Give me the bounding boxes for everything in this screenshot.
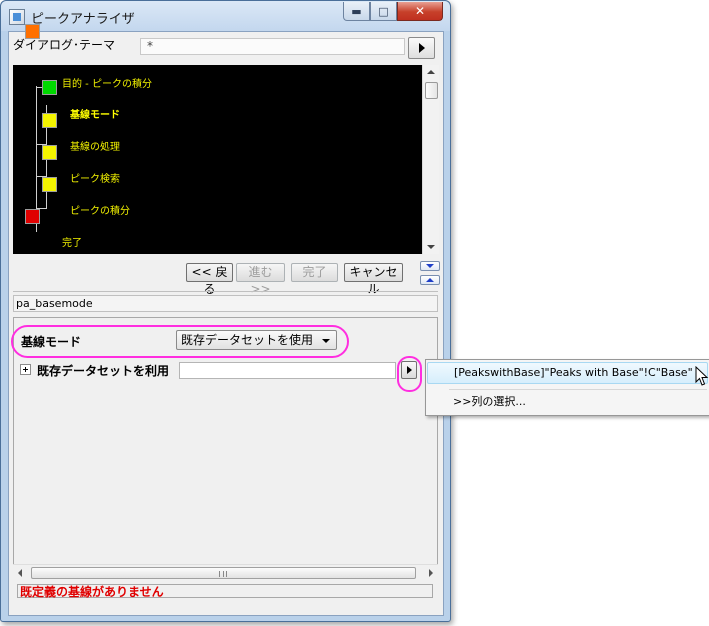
parameter-horizontal-scrollbar[interactable] (13, 564, 438, 581)
flow-step-label[interactable]: ピーク検索 (70, 170, 120, 185)
flow-step-label[interactable]: 基線の処理 (70, 138, 120, 153)
scroll-right-icon[interactable] (429, 569, 433, 577)
app-icon (9, 9, 25, 25)
cancel-button[interactable]: キャンセル (344, 263, 403, 296)
window-title: ピークアナライザ (31, 12, 135, 27)
use-dataset-input[interactable] (179, 362, 396, 379)
menu-separator (449, 389, 707, 390)
flow-step-node[interactable] (42, 113, 57, 128)
highlight-ring (11, 325, 349, 358)
triangle-down-icon (426, 264, 434, 268)
close-button[interactable]: ✕ (397, 2, 443, 21)
flow-step-label[interactable]: 完了 (62, 234, 82, 249)
menu-item-dataset[interactable]: [PeakswithBase]"Peaks with Base"!C"Base" (427, 362, 708, 384)
flow-step-node[interactable] (42, 145, 57, 160)
flow-step-node[interactable] (25, 24, 40, 39)
scroll-left-icon[interactable] (18, 569, 22, 577)
description-box: pa_basemode (13, 295, 438, 312)
use-dataset-label: 既存データセットを利用 (37, 364, 170, 378)
grip-icon (219, 571, 227, 577)
flow-vertical-scrollbar[interactable] (422, 65, 439, 254)
collapse-panel-button[interactable] (420, 275, 440, 285)
scroll-down-icon[interactable] (427, 245, 435, 249)
expand-panel-button[interactable] (420, 261, 440, 271)
flow-step-label[interactable]: ピークの積分 (70, 202, 130, 217)
theme-menu-button[interactable] (408, 37, 435, 59)
status-message: 既定義の基線がありません (20, 585, 164, 599)
dialog-client-area: ダイアログ･テーマ * 目的 - ピークの積分 基線モード 基線の処理 ピーク検索 ピー… (8, 24, 444, 616)
flow-step-node[interactable] (42, 80, 57, 95)
scroll-thumb[interactable] (31, 567, 416, 579)
title-bar[interactable]: ピークアナライザ ▬ □ ✕ (1, 1, 450, 31)
next-button[interactable]: 進む >> (236, 263, 285, 296)
theme-input[interactable]: * (140, 38, 405, 55)
expand-plus-icon[interactable] (20, 364, 31, 375)
scroll-thumb[interactable] (425, 82, 438, 99)
scroll-up-icon[interactable] (427, 70, 435, 74)
peak-analyzer-window: ピークアナライザ ▬ □ ✕ ダイアログ･テーマ * 目的 - ピークの積分 基線… (0, 0, 451, 622)
menu-item-select-column[interactable]: >>列の選択... (427, 392, 708, 414)
minimize-button[interactable]: ▬ (343, 2, 370, 21)
wizard-flow-panel: 目的 - ピークの積分基線モード基線の処理ピーク検索ピークの積分完了 (13, 24, 422, 254)
flow-step-node[interactable] (25, 209, 40, 224)
highlight-ring (397, 356, 422, 392)
flow-step-label[interactable]: 目的 - ピークの積分 (62, 75, 152, 90)
flow-step-node[interactable] (42, 177, 57, 192)
triangle-up-icon (426, 278, 434, 282)
triangle-right-icon (419, 43, 425, 53)
back-button[interactable]: << 戻る (186, 263, 233, 296)
divider (13, 291, 438, 292)
mouse-cursor-icon (695, 366, 709, 386)
maximize-button[interactable]: □ (370, 2, 397, 21)
finish-button[interactable]: 完了 (291, 263, 338, 282)
flow-step-label[interactable]: 基線モード (70, 106, 120, 121)
